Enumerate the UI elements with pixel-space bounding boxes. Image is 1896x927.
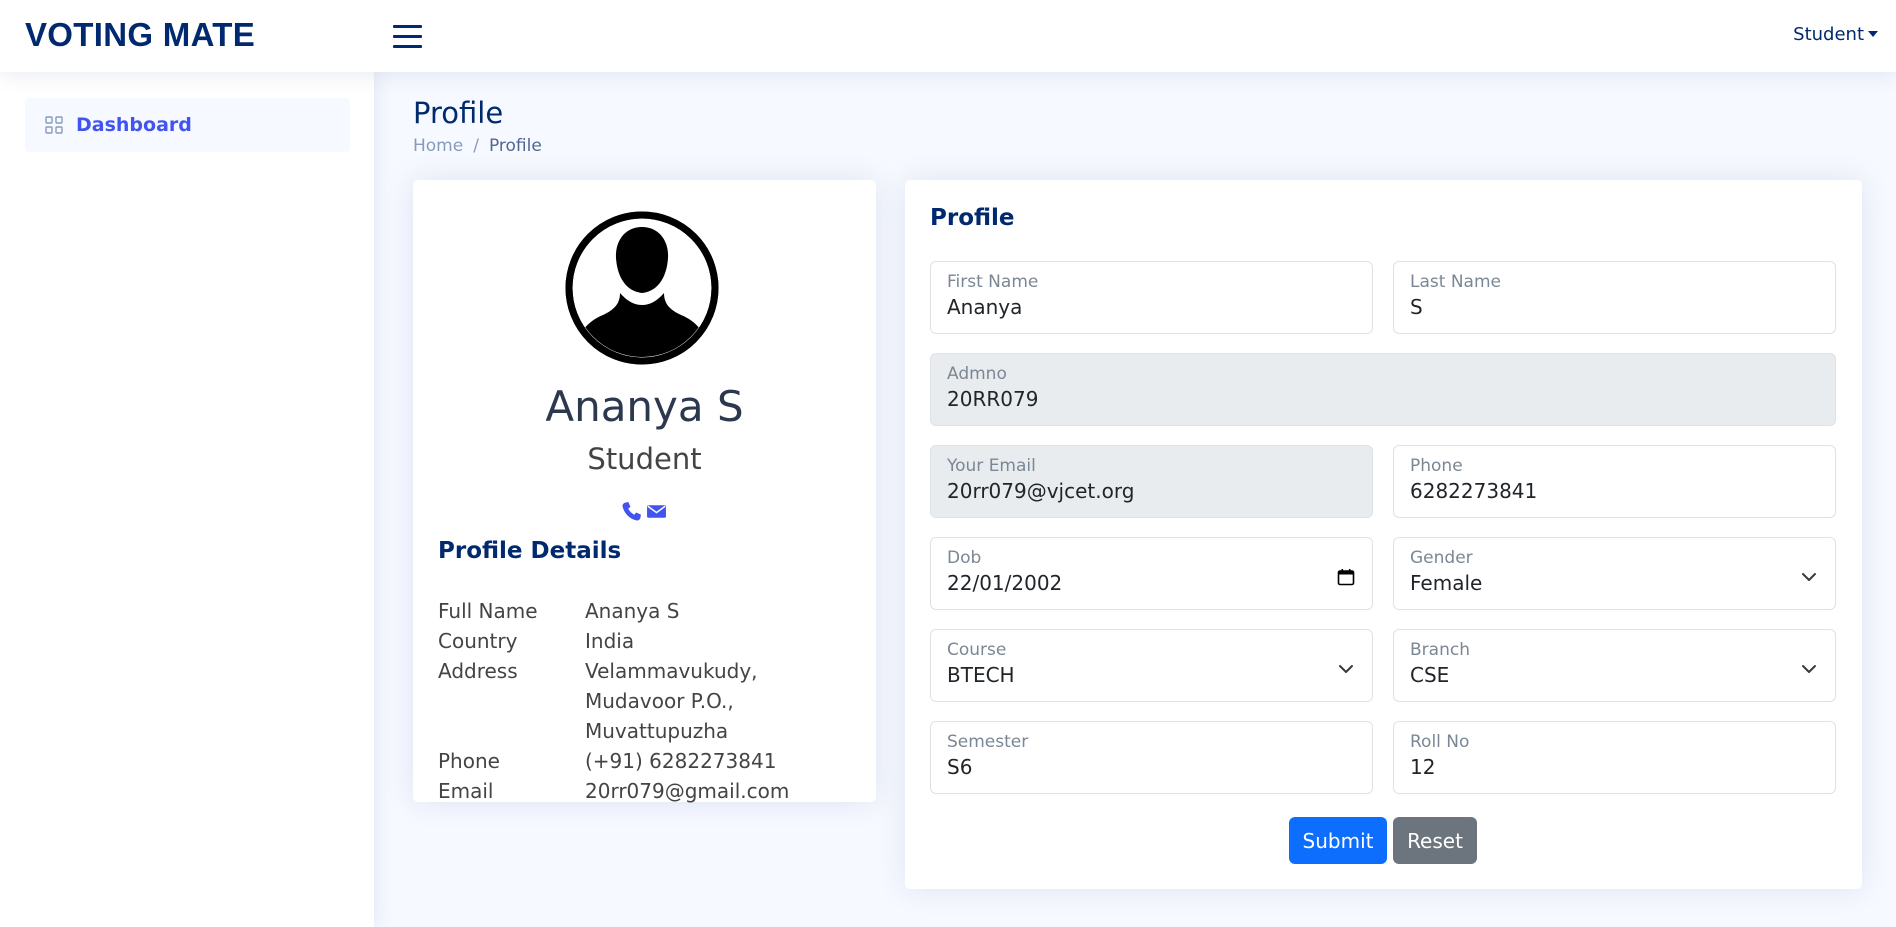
last-name-field[interactable]: Last Name S	[1393, 261, 1836, 334]
roll-no-field[interactable]: Roll No 12	[1393, 721, 1836, 794]
profile-role: Student	[587, 442, 702, 476]
field-label: Roll No	[1410, 732, 1470, 752]
detail-label: Country	[438, 629, 518, 653]
chevron-down-icon	[1802, 665, 1816, 673]
sidebar: Dashboard	[0, 72, 374, 927]
field-value: Female	[1410, 571, 1483, 595]
detail-row-country: Country India	[438, 626, 858, 656]
detail-row-email: Email 20rr079@gmail.com	[438, 776, 858, 806]
detail-value: 20rr079@gmail.com	[585, 779, 790, 803]
detail-row-address: Address Velammavukudy, Mudavoor P.O., Mu…	[438, 656, 858, 746]
field-value: BTECH	[947, 663, 1015, 687]
sidebar-item-label: Dashboard	[76, 114, 192, 136]
logo[interactable]: VOTING MATE	[25, 16, 255, 54]
profile-form-card: Profile First Name Ananya Last Name S Ad…	[905, 180, 1862, 889]
reset-button[interactable]: Reset	[1393, 817, 1477, 864]
course-select[interactable]: Course BTECH	[930, 629, 1373, 702]
detail-label: Phone	[438, 749, 500, 773]
first-name-field[interactable]: First Name Ananya	[930, 261, 1373, 334]
detail-value: India	[585, 629, 635, 653]
field-value: CSE	[1410, 663, 1450, 687]
profile-details-title: Profile Details	[438, 538, 622, 564]
breadcrumb-current: Profile	[488, 136, 542, 156]
field-label: Your Email	[947, 456, 1036, 476]
detail-value: Ananya S	[585, 599, 680, 623]
field-value: 20rr079@vjcet.org	[947, 479, 1135, 503]
detail-value: Velammavukudy, Mudavoor P.O., Muvattupuz…	[585, 659, 758, 743]
field-value: 6282273841	[1410, 479, 1538, 503]
user-silhouette-icon	[565, 211, 719, 365]
grid-icon	[45, 116, 63, 134]
phone-field[interactable]: Phone 6282273841	[1393, 445, 1836, 518]
hamburger-icon[interactable]	[393, 24, 422, 48]
admno-field: Admno 20RR079	[930, 353, 1836, 426]
detail-label: Email	[438, 779, 494, 803]
envelope-icon[interactable]	[646, 501, 667, 522]
breadcrumb-separator: /	[473, 136, 479, 156]
profile-card: Ananya S Student Profile Details Full Na…	[413, 180, 876, 803]
form-title: Profile	[930, 205, 1015, 231]
field-label: Admno	[947, 364, 1007, 384]
detail-label: Full Name	[438, 599, 538, 623]
main-content: Profile Home / Profile Ananya S Student	[374, 72, 1896, 927]
sidebar-item-dashboard[interactable]: Dashboard	[25, 98, 350, 152]
field-label: Dob	[947, 548, 982, 568]
field-value: S6	[947, 755, 973, 779]
email-field: Your Email 20rr079@vjcet.org	[930, 445, 1373, 518]
page-title: Profile	[413, 96, 504, 130]
user-dropdown[interactable]: Student	[1793, 24, 1878, 45]
field-label: Semester	[947, 732, 1029, 752]
breadcrumb: Home / Profile	[413, 136, 542, 156]
field-label: Branch	[1410, 640, 1470, 660]
chevron-down-icon	[1339, 665, 1353, 673]
phone-icon[interactable]	[621, 501, 642, 522]
top-header: VOTING MATE Student	[0, 0, 1896, 72]
field-label: Gender	[1410, 548, 1473, 568]
gender-select[interactable]: Gender Female	[1393, 537, 1836, 610]
field-label: Last Name	[1410, 272, 1501, 292]
calendar-icon[interactable]	[1337, 568, 1355, 586]
field-label: Course	[947, 640, 1007, 660]
field-value: S	[1410, 295, 1423, 319]
social-links	[621, 501, 667, 522]
dob-field[interactable]: Dob 22/01/2002	[930, 537, 1373, 610]
field-label: First Name	[947, 272, 1039, 292]
field-label: Phone	[1410, 456, 1463, 476]
detail-label: Address	[438, 659, 518, 683]
caret-down-icon	[1868, 31, 1878, 37]
field-value: 22/01/2002	[947, 571, 1063, 595]
profile-name: Ananya S	[545, 382, 744, 431]
branch-select[interactable]: Branch CSE	[1393, 629, 1836, 702]
user-dropdown-label: Student	[1793, 24, 1864, 45]
detail-row-phone: Phone (+91) 6282273841	[438, 746, 858, 776]
breadcrumb-home[interactable]: Home	[413, 136, 463, 156]
detail-value: (+91) 6282273841	[585, 749, 777, 773]
field-value: Ananya	[947, 295, 1023, 319]
submit-button[interactable]: Submit	[1289, 817, 1387, 864]
profile-details: Full Name Ananya S Country India Address…	[438, 596, 858, 806]
semester-field[interactable]: Semester S6	[930, 721, 1373, 794]
detail-row-full-name: Full Name Ananya S	[438, 596, 858, 626]
chevron-down-icon	[1802, 573, 1816, 581]
field-value: 20RR079	[947, 387, 1039, 411]
field-value: 12	[1410, 755, 1436, 779]
